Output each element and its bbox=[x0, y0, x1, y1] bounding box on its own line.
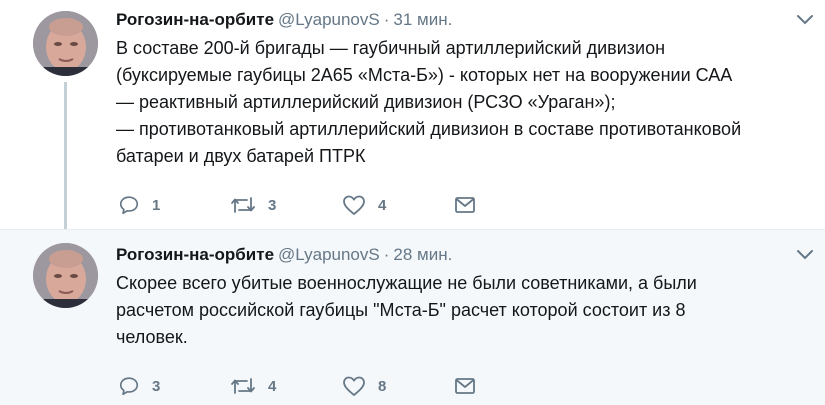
tweet-text-line: — реактивный артиллерийский дивизион (РС… bbox=[116, 92, 616, 112]
like-button[interactable]: 8 bbox=[342, 374, 386, 398]
reply-icon bbox=[119, 196, 139, 215]
direct-message-button[interactable] bbox=[454, 193, 476, 217]
reply-button[interactable]: 1 bbox=[118, 193, 160, 217]
tweet-timestamp[interactable]: 31 мин. bbox=[393, 10, 452, 29]
like-button[interactable]: 4 bbox=[342, 193, 386, 217]
heart-icon bbox=[343, 195, 365, 215]
tweet-1[interactable]: Рогозин-на-орбите @LyapunovS · 31 мин. В со… bbox=[0, 0, 825, 229]
tweet-text-line: В составе 200-й бригады — гаубичный арти… bbox=[116, 38, 666, 58]
tweet-text-line: (буксируемые гаубицы 2А65 «Мста-Б») - ко… bbox=[116, 65, 733, 85]
retweet-count: 4 bbox=[268, 377, 277, 395]
tweet-text-line: расчетом российской гаубицы "Мста-Б" рас… bbox=[116, 300, 686, 320]
tweet-text-line: Скорее всего убитые военнослужащие не бы… bbox=[116, 273, 697, 293]
retweet-icon bbox=[231, 378, 255, 394]
tweet-header: Рогозин-на-орбите @LyapunovS · 28 мин. bbox=[116, 244, 452, 266]
author-name[interactable]: Рогозин-на-орбите bbox=[116, 10, 274, 29]
author-name[interactable]: Рогозин-на-орбите bbox=[116, 245, 274, 264]
avatar[interactable] bbox=[33, 11, 98, 76]
avatar-photo-icon bbox=[33, 243, 98, 308]
like-count: 8 bbox=[378, 377, 387, 395]
tweet-2[interactable]: Рогозин-на-орбите @LyapunovS · 28 мин. Скор… bbox=[0, 229, 825, 405]
avatar[interactable] bbox=[33, 243, 98, 308]
tweet-actions: 1 3 4 bbox=[116, 193, 496, 217]
header-separator: · bbox=[383, 245, 390, 264]
retweet-icon bbox=[231, 197, 255, 213]
tweet-text: Скорее всего убитые военнослужащие не бы… bbox=[116, 270, 805, 351]
tweet-text-line: батареи и двух батарей ПТРК bbox=[116, 146, 366, 166]
retweet-button[interactable]: 4 bbox=[230, 374, 276, 398]
tweet-header: Рогозин-на-орбите @LyapunovS · 31 мин. bbox=[116, 9, 452, 31]
author-handle[interactable]: @LyapunovS bbox=[278, 10, 380, 29]
heart-icon bbox=[343, 376, 365, 396]
envelope-icon bbox=[455, 197, 475, 213]
tweet-text-line: человек. bbox=[116, 327, 188, 347]
like-count: 4 bbox=[378, 196, 387, 214]
envelope-icon bbox=[455, 378, 475, 394]
retweet-count: 3 bbox=[268, 196, 277, 214]
chevron-down-icon[interactable] bbox=[795, 10, 815, 30]
tweet-timestamp[interactable]: 28 мин. bbox=[393, 245, 452, 264]
reply-icon bbox=[119, 377, 139, 396]
tweet-text-line: — противотанковый артиллерийский дивизио… bbox=[116, 119, 742, 139]
direct-message-button[interactable] bbox=[454, 374, 476, 398]
reply-count: 1 bbox=[152, 196, 161, 214]
reply-button[interactable]: 3 bbox=[118, 374, 160, 398]
tweet-text: В составе 200-й бригады — гаубичный арти… bbox=[116, 35, 805, 170]
header-separator: · bbox=[383, 10, 390, 29]
retweet-button[interactable]: 3 bbox=[230, 193, 276, 217]
tweet-actions: 3 4 8 bbox=[116, 374, 496, 398]
thread-connector-line bbox=[64, 82, 67, 229]
chevron-down-icon[interactable] bbox=[795, 245, 815, 265]
reply-count: 3 bbox=[152, 377, 161, 395]
avatar-photo-icon bbox=[33, 11, 98, 76]
author-handle[interactable]: @LyapunovS bbox=[278, 245, 380, 264]
